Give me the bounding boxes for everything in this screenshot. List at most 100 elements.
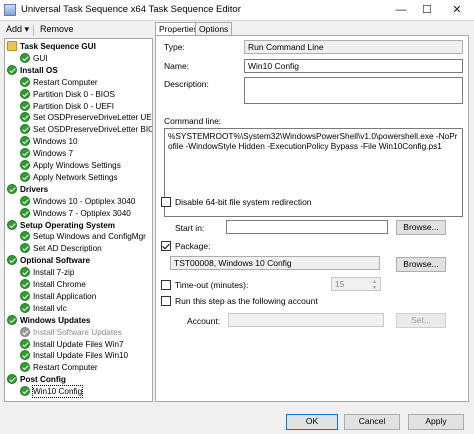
- tree-item-label: Install Chrome: [33, 280, 86, 289]
- remove-button[interactable]: Remove: [40, 24, 74, 34]
- disabled-step-icon: [20, 326, 30, 337]
- success-check-icon: [20, 52, 30, 63]
- tree-item-label: GUI: [33, 53, 48, 63]
- app-icon: [4, 4, 16, 16]
- tree-item-label: Task Sequence GUI: [20, 42, 96, 51]
- run-as-checkbox[interactable]: [161, 296, 171, 306]
- account-field[interactable]: [228, 313, 384, 327]
- success-check-icon: [7, 374, 17, 385]
- ok-button[interactable]: OK: [286, 414, 338, 430]
- add-menu-button[interactable]: Add ▾: [6, 24, 29, 35]
- description-label: Description:: [164, 79, 209, 89]
- success-check-icon: [20, 362, 30, 373]
- minimize-icon[interactable]: —: [388, 0, 414, 20]
- account-label: Account:: [187, 316, 221, 326]
- success-check-icon: [20, 290, 30, 301]
- start-in-browse-button[interactable]: Browse...: [396, 220, 446, 235]
- success-check-icon: [20, 350, 30, 361]
- tree-item-label: Optional Software: [20, 256, 91, 266]
- package-checkbox[interactable]: [161, 241, 171, 251]
- success-check-icon: [20, 76, 30, 87]
- success-check-icon: [20, 124, 30, 135]
- tree-item-label: Windows 7: [33, 149, 74, 159]
- success-check-icon: [20, 231, 30, 242]
- name-field[interactable]: Win10 Config: [244, 59, 463, 73]
- tree-item-label: Install 7-zip: [33, 268, 75, 278]
- success-check-icon: [20, 302, 30, 313]
- cancel-button[interactable]: Cancel: [344, 414, 400, 430]
- timeout-value: 15: [335, 279, 345, 289]
- folder-icon: [7, 41, 17, 51]
- success-check-icon: [20, 88, 30, 99]
- tree-item-label: Setup Windows and ConfigMgr: [33, 232, 146, 242]
- tree-item-label: Set OSDPreserveDriveLetter BIOS: [33, 125, 153, 135]
- tree-item-label: Install vlc: [33, 303, 67, 313]
- package-field: TST00008, Windows 10 Config: [170, 256, 380, 270]
- success-check-icon: [20, 171, 30, 182]
- package-label: Package:: [175, 241, 211, 251]
- success-check-icon: [20, 112, 30, 123]
- timeout-field[interactable]: 15 ▲ ▼: [331, 277, 381, 291]
- tree-item-label: Windows Updates: [20, 315, 91, 325]
- success-check-icon: [7, 219, 17, 230]
- success-check-icon: [20, 100, 30, 111]
- type-field: Run Command Line: [244, 40, 463, 54]
- tree-item-label: Windows 7 - Optiplex 3040: [33, 208, 131, 218]
- close-icon[interactable]: ✕: [442, 0, 472, 20]
- toolbar: Add ▾ Remove: [0, 22, 150, 38]
- success-check-icon: [7, 255, 17, 266]
- success-check-icon: [20, 243, 30, 254]
- tree-item-label: Windows 10 - Optiplex 3040: [33, 196, 136, 206]
- disable-64bit-label: Disable 64-bit file system redirection: [175, 197, 312, 207]
- name-label: Name:: [164, 61, 190, 71]
- tree-item-label: Restart Computer: [33, 77, 98, 87]
- tree-item-label: Setup Operating System: [20, 220, 116, 230]
- tree-item-label: Install Update Files Win10: [33, 351, 129, 361]
- tree-item-label: Apply Network Settings: [33, 172, 118, 182]
- start-in-label: Start in:: [175, 223, 205, 233]
- success-check-icon: [20, 267, 30, 278]
- tree-item-label: Win10 Config: [31, 385, 84, 399]
- success-check-icon: [20, 207, 30, 218]
- disable-64bit-checkbox[interactable]: [161, 197, 171, 207]
- success-check-icon: [20, 195, 30, 206]
- window-title: Universal Task Sequence x64 Task Sequenc…: [21, 4, 241, 15]
- success-check-icon: [7, 64, 17, 75]
- success-check-icon: [20, 338, 30, 349]
- success-check-icon: [7, 183, 17, 194]
- tree-item-label: Apply Windows Settings: [33, 161, 121, 170]
- success-check-icon: [20, 386, 30, 397]
- properties-panel: Type: Run Command Line Name: Win10 Confi…: [155, 35, 469, 402]
- success-check-icon: [20, 136, 30, 147]
- timeout-checkbox[interactable]: [161, 280, 171, 290]
- set-account-button[interactable]: Set...: [396, 313, 446, 328]
- success-check-icon: [20, 279, 30, 289]
- apply-button[interactable]: Apply: [408, 414, 464, 430]
- run-as-label: Run this step as the following account: [175, 296, 318, 306]
- success-check-icon: [20, 148, 30, 159]
- start-in-field[interactable]: [226, 220, 388, 234]
- title-bar: Universal Task Sequence x64 Task Sequenc…: [0, 0, 474, 21]
- tree-item-label: Install Update Files Win7: [33, 339, 124, 349]
- tree-item-label: Partition Disk 0 - UEFI: [33, 101, 114, 111]
- tree-item-label: Install OS: [20, 65, 58, 75]
- command-line-label: Command line:: [164, 116, 222, 126]
- tree-item-label: Windows 10: [33, 137, 78, 147]
- tab-options[interactable]: Options: [195, 22, 233, 36]
- maximize-icon[interactable]: ☐: [414, 0, 440, 20]
- success-check-icon: [7, 314, 17, 325]
- tree-item-label: Partition Disk 0 - BIOS: [33, 89, 115, 99]
- timeout-label: Time-out (minutes):: [175, 280, 249, 290]
- package-browse-button[interactable]: Browse...: [396, 257, 446, 272]
- spinner-arrows-icon[interactable]: ▲ ▼: [370, 279, 379, 290]
- tree-item-label: Install Application: [33, 291, 97, 301]
- toolbar-separator: [33, 25, 34, 36]
- tree-item-label: Post Config: [20, 375, 66, 385]
- tree-item-label: Install Software Updates: [33, 327, 122, 337]
- task-sequence-tree[interactable]: Task Sequence GUI GUI Install OS Restart Co…: [4, 38, 153, 402]
- tree-item-label: Set AD Description: [33, 244, 102, 254]
- type-label: Type:: [164, 42, 185, 52]
- tree-item-label: Set OSDPreserveDriveLetter UEFI: [33, 113, 153, 123]
- tree-item-label: Drivers: [20, 184, 49, 194]
- description-field[interactable]: [244, 77, 463, 104]
